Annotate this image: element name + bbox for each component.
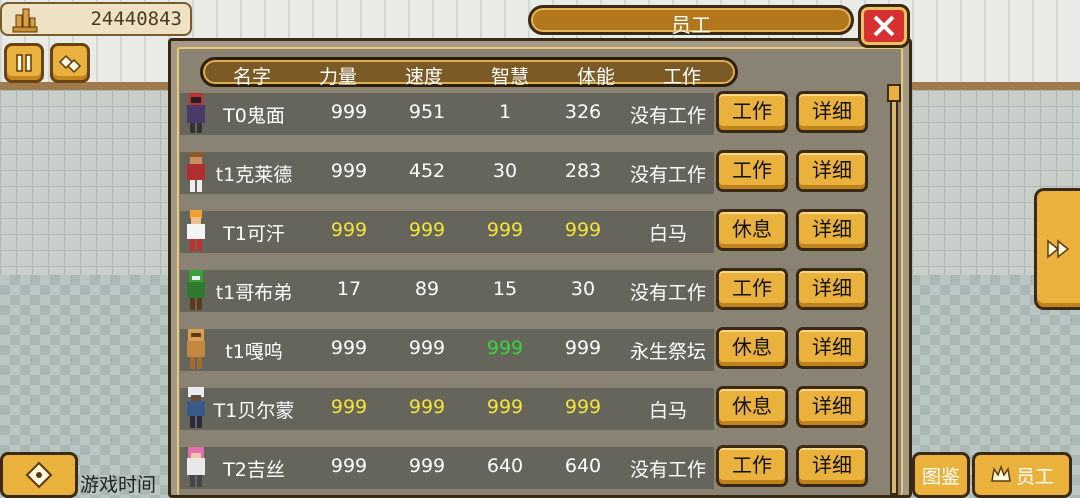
employee-row[interactable]: T2吉丝 999 999 640 640 没有工作 [180, 447, 714, 489]
column-header-speed: 速度 [404, 66, 443, 88]
move-button[interactable] [0, 452, 78, 498]
column-header-bar: 名字 力量 速度 智慧 体能 工作 [200, 57, 738, 88]
employee-strength: 999 [330, 101, 368, 123]
employee-stamina: 30 [570, 278, 596, 300]
column-header-job: 工作 [662, 66, 701, 88]
column-header-stamina: 体能 [576, 66, 615, 88]
employee-row[interactable]: t1哥布弟 17 89 15 30 没有工作 [180, 270, 714, 312]
detail-button[interactable]: 详细 [796, 150, 868, 192]
crown-icon [991, 465, 1011, 482]
employee-job: 没有工作 [629, 459, 706, 481]
detail-button[interactable]: 详细 [796, 268, 868, 310]
pause-icon [16, 54, 32, 72]
detail-button[interactable]: 详细 [796, 209, 868, 251]
gems-button[interactable] [50, 43, 90, 83]
employee-row[interactable]: t1嘎呜 999 999 999 999 永生祭坛 [180, 329, 714, 371]
employee-speed: 951 [408, 101, 446, 123]
employee-wisdom: 30 [492, 160, 518, 182]
employee-wisdom: 15 [492, 278, 518, 300]
scrollbar-track[interactable] [890, 85, 898, 495]
gems-icon [58, 54, 82, 74]
tab-staff[interactable]: 员工 [972, 452, 1072, 498]
dpad-icon [25, 461, 53, 489]
employee-wisdom: 999 [486, 219, 524, 241]
rest-button[interactable]: 休息 [716, 209, 788, 251]
work-button[interactable]: 工作 [716, 268, 788, 310]
employee-job: 没有工作 [629, 282, 706, 304]
employee-wisdom: 640 [486, 455, 524, 477]
employee-strength: 999 [330, 160, 368, 182]
employee-wisdom: 1 [498, 101, 512, 123]
employee-stamina: 999 [564, 396, 602, 418]
employee-strength: 17 [336, 278, 362, 300]
employee-speed: 999 [408, 455, 446, 477]
employee-speed: 452 [408, 160, 446, 182]
employee-speed: 999 [408, 219, 446, 241]
employee-stamina: 283 [564, 160, 602, 182]
detail-button[interactable]: 详细 [796, 445, 868, 487]
scrollbar-thumb[interactable] [887, 84, 901, 102]
column-header-name: 名字 [232, 66, 271, 88]
employee-stamina: 326 [564, 101, 602, 123]
employee-row[interactable]: T1贝尔蒙 999 999 999 999 白马 [180, 387, 714, 430]
column-header-wisdom: 智慧 [490, 66, 529, 88]
employee-speed: 999 [408, 396, 446, 418]
tab-encyclopedia[interactable]: 图鉴 [912, 452, 970, 498]
employee-name: T1可汗 [223, 223, 285, 245]
double-arrow-right-icon [1046, 239, 1069, 259]
next-page-button[interactable] [1034, 188, 1080, 310]
close-icon [873, 15, 895, 37]
work-button[interactable]: 工作 [716, 445, 788, 487]
employee-stamina: 640 [564, 455, 602, 477]
employee-strength: 999 [330, 337, 368, 359]
employee-name: t1嘎呜 [225, 341, 283, 363]
employee-stamina: 999 [564, 219, 602, 241]
employee-name: t1克莱德 [215, 164, 293, 186]
panel-title: 员工 [671, 13, 711, 37]
pause-button[interactable] [4, 43, 44, 83]
rest-button[interactable]: 休息 [716, 327, 788, 369]
building-icon [12, 8, 38, 33]
column-header-strength: 力量 [318, 66, 357, 88]
employee-speed: 89 [414, 278, 440, 300]
employee-row[interactable]: T1可汗 999 999 999 999 白马 [180, 210, 714, 253]
employee-job: 白马 [648, 400, 687, 422]
employee-strength: 999 [330, 396, 368, 418]
employee-name: t1哥布弟 [215, 282, 293, 304]
employee-row[interactable]: t1克莱德 999 452 30 283 没有工作 [180, 152, 714, 194]
employee-row[interactable]: T0鬼面 999 951 1 326 没有工作 [180, 93, 714, 135]
rest-button[interactable]: 休息 [716, 386, 788, 428]
detail-button[interactable]: 详细 [796, 91, 868, 133]
employee-job: 永生祭坛 [629, 341, 706, 363]
game-time-label: 游戏时间 [80, 474, 157, 496]
employee-wisdom: 999 [486, 396, 524, 418]
employee-name: T2吉丝 [223, 459, 285, 481]
detail-button[interactable]: 详细 [796, 386, 868, 428]
work-button[interactable]: 工作 [716, 91, 788, 133]
tab-staff-label: 员工 [1015, 465, 1054, 488]
employee-strength: 999 [330, 455, 368, 477]
employee-stamina: 999 [564, 337, 602, 359]
employee-speed: 999 [408, 337, 446, 359]
detail-button[interactable]: 详细 [796, 327, 868, 369]
money-counter: 24440843 [0, 2, 192, 36]
employee-name: T1贝尔蒙 [213, 400, 295, 422]
employee-name: T0鬼面 [223, 105, 285, 127]
employee-job: 没有工作 [629, 164, 706, 186]
panel-title-bar: 员工 [528, 5, 854, 37]
employee-job: 没有工作 [629, 105, 706, 127]
employee-job: 白马 [648, 223, 687, 245]
employee-strength: 999 [330, 219, 368, 241]
tab-encyclopedia-label: 图鉴 [921, 465, 960, 488]
work-button[interactable]: 工作 [716, 150, 788, 192]
employee-wisdom: 999 [486, 337, 524, 359]
close-button[interactable] [858, 4, 910, 48]
money-amount: 24440843 [90, 8, 182, 30]
